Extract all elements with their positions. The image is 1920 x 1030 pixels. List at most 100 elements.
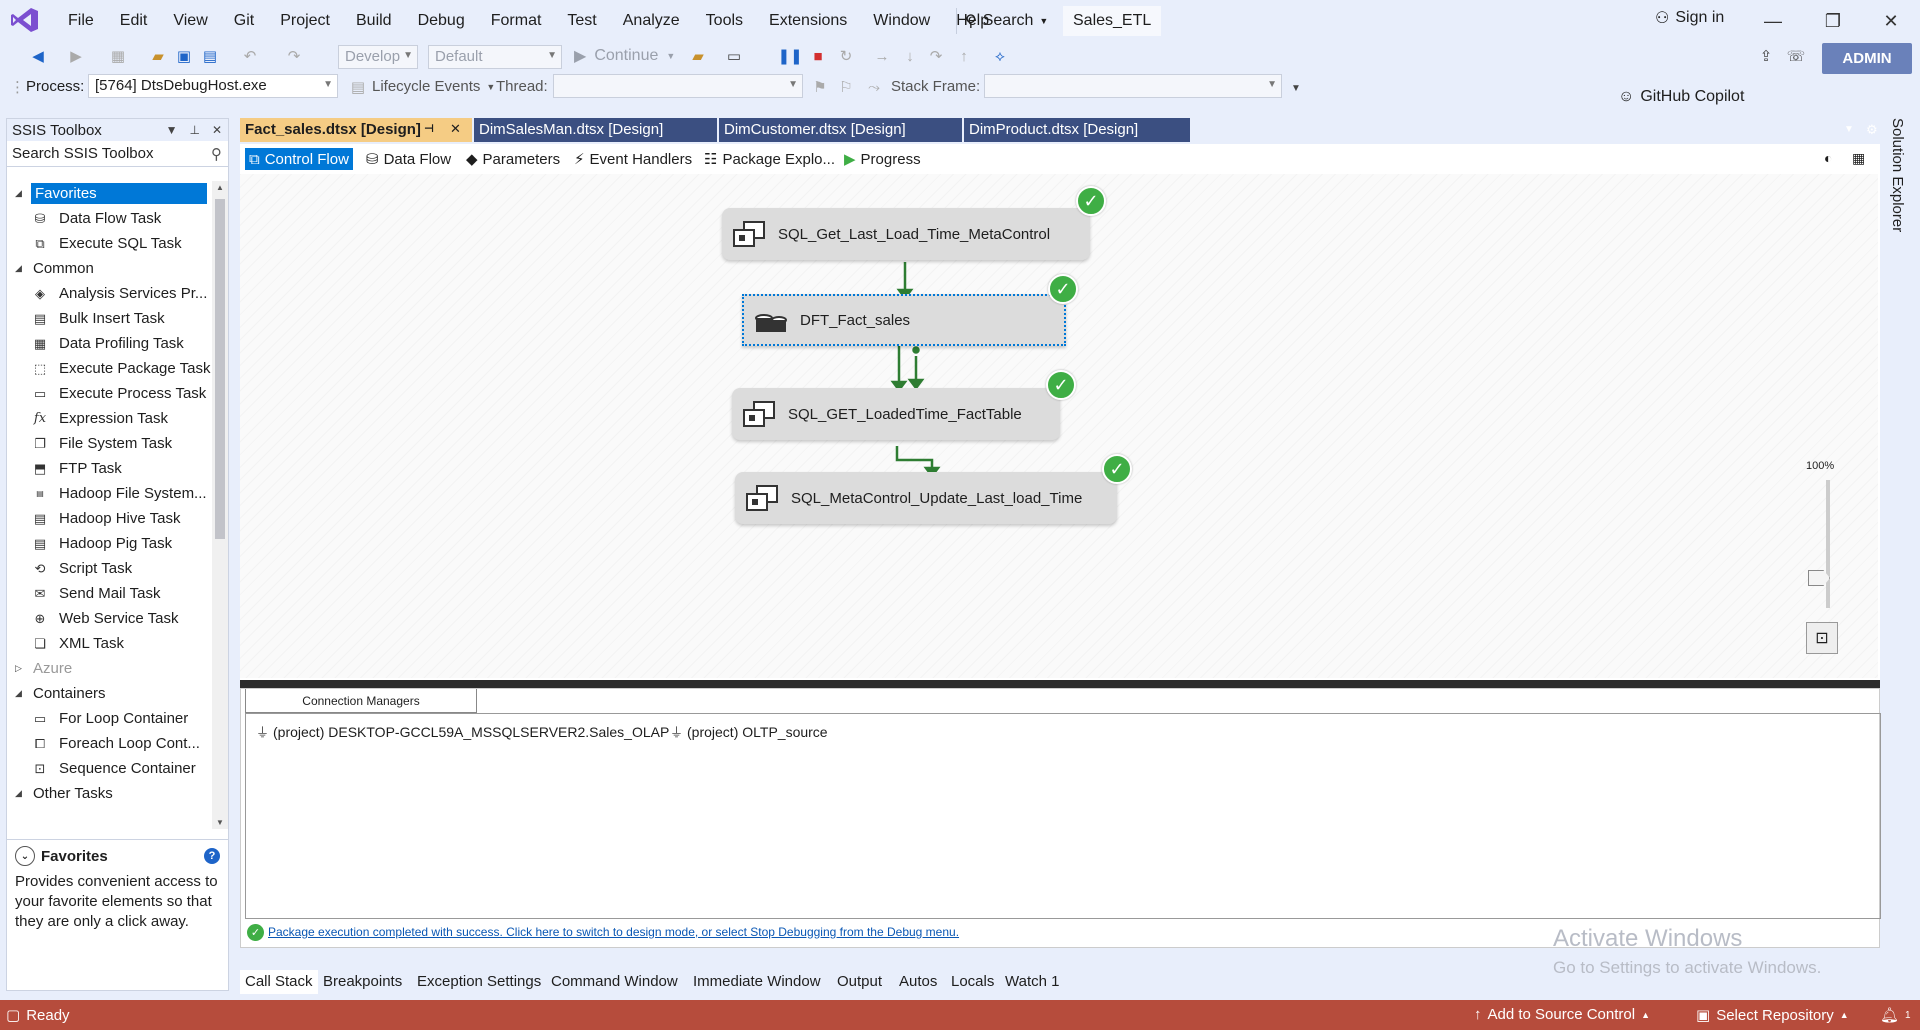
open-folder-icon[interactable]: ▰ [148, 46, 168, 66]
menu-analyze[interactable]: Analyze [610, 12, 693, 30]
close-icon[interactable]: ✕ [212, 123, 222, 137]
process-combo[interactable]: [5764] DtsDebugHost.exe ▼ [88, 74, 338, 98]
menu-extensions[interactable]: Extensions [756, 12, 860, 30]
tab-fact-sales[interactable]: Fact_sales.dtsx [Design] ⊣ ✕ [240, 118, 472, 142]
toolbox-item-xml[interactable]: ❏ XML Task [7, 631, 212, 656]
thread-combo[interactable]: ▼ [553, 74, 803, 98]
toolbox-item-hadoop-hive[interactable]: ▤ Hadoop Hive Task [7, 506, 212, 531]
zoom-to-fit-icon[interactable]: ⊡ [1806, 622, 1838, 654]
menu-debug[interactable]: Debug [405, 12, 478, 30]
menu-project[interactable]: Project [267, 12, 343, 30]
platform-combo[interactable]: Default ▼ [428, 45, 562, 69]
menu-tools[interactable]: Tools [693, 12, 756, 30]
tab-command-window[interactable]: Command Window [546, 970, 683, 994]
tab-progress[interactable]: ▶ Progress [840, 148, 925, 170]
menu-file[interactable]: File [55, 12, 107, 30]
toolbox-item-script[interactable]: ⟲ Script Task [7, 556, 212, 581]
toolbox-item-ftp[interactable]: ⬒ FTP Task [7, 456, 212, 481]
task-sql-get-loaded-time[interactable]: SQL_GET_LoadedTime_FactTable [732, 388, 1060, 440]
connection-oltp-source[interactable]: ⏚ (project) OLTP_source [670, 722, 828, 741]
tab-parameters[interactable]: ◆ Parameters [462, 148, 564, 170]
hot-reload-icon[interactable]: ⟡ [990, 46, 1010, 66]
toolbox-scrollbar[interactable]: ▲ ▼ [212, 181, 228, 829]
toolbox-item-file-system[interactable]: ❐ File System Task [7, 431, 212, 456]
menu-test[interactable]: Test [554, 12, 609, 30]
toolbox-item-expression[interactable]: fx Expression Task [7, 406, 212, 431]
category-containers[interactable]: ◢ Containers [7, 681, 212, 706]
category-azure[interactable]: ▷ Azure [7, 656, 212, 681]
toolbox-item-sequence[interactable]: ⊡ Sequence Container [7, 756, 212, 781]
category-favorites[interactable]: ◢ Favorites [7, 181, 212, 206]
execution-status-link[interactable]: Package execution completed with success… [268, 925, 959, 939]
step-over-icon[interactable]: ↷ [926, 46, 946, 66]
scroll-down-icon[interactable]: ▼ [216, 818, 224, 827]
tab-event-handlers[interactable]: ⚡ Event Handlers [570, 148, 696, 170]
flag-all-threads-icon[interactable]: ⚐ [836, 77, 856, 97]
pause-icon[interactable]: ❚❚ [777, 46, 802, 66]
category-common[interactable]: ◢ Common [7, 256, 212, 281]
step-into-icon[interactable]: ↓ [900, 46, 920, 66]
variables-icon[interactable]: ◐ [1824, 150, 1832, 166]
connection-managers-area[interactable]: ⏚ (project) DESKTOP-GCCL59A_MSSQLSERVER2… [245, 713, 1881, 919]
tab-watch-1[interactable]: Watch 1 [1000, 970, 1065, 994]
new-item-icon[interactable]: ▦ [108, 46, 128, 66]
window-layout-icon[interactable]: ▭ [724, 46, 744, 66]
restore-button[interactable]: ❐ [1810, 6, 1856, 36]
tab-dim-salesman[interactable]: DimSalesMan.dtsx [Design] [474, 118, 717, 142]
toolbox-item-hadoop-pig[interactable]: ▤ Hadoop Pig Task [7, 531, 212, 556]
show-next-statement-icon[interactable]: → [872, 46, 892, 66]
toolbox-item-execute-package[interactable]: ⬚ Execute Package Task [7, 356, 212, 381]
lifecycle-events-button[interactable]: Lifecycle Events ▼ [372, 78, 495, 95]
menu-git[interactable]: Git [221, 12, 267, 30]
stop-icon[interactable]: ■ [808, 46, 828, 66]
pin-icon[interactable]: ⊣ [424, 122, 434, 135]
toolbox-item-bulk-insert[interactable]: ▤ Bulk Insert Task [7, 306, 212, 331]
menu-edit[interactable]: Edit [107, 12, 161, 30]
zoom-slider-track[interactable] [1826, 480, 1830, 608]
tab-package-explorer[interactable]: ☷ Package Explo... [700, 148, 839, 170]
undo-icon[interactable]: ↶ [240, 46, 260, 66]
task-sql-get-last-load-time[interactable]: SQL_Get_Last_Load_Time_MetaControl [722, 208, 1090, 260]
tab-exception-settings[interactable]: Exception Settings [412, 970, 547, 994]
tab-autos[interactable]: Autos [894, 970, 943, 994]
tab-output[interactable]: Output [832, 970, 888, 994]
tab-locals[interactable]: Locals [946, 970, 1000, 994]
toolbox-item-hadoop-file-system[interactable]: ▤ Hadoop File System... [7, 481, 212, 506]
scroll-up-icon[interactable]: ▲ [216, 183, 224, 192]
toolbox-item-data-profiling[interactable]: ▦ Data Profiling Task [7, 331, 212, 356]
restart-icon[interactable]: ↻ [836, 46, 856, 66]
tab-control-flow[interactable]: ⧉ Control Flow [245, 148, 353, 170]
toolbox-item-for-loop[interactable]: ▭ For Loop Container [7, 706, 212, 731]
scroll-thumb[interactable] [215, 199, 225, 539]
step-out-icon[interactable]: ↑ [954, 46, 974, 66]
stack-frame-combo[interactable]: ▼ [984, 74, 1282, 98]
minimize-button[interactable]: — [1750, 6, 1796, 36]
toolbox-item-web-service[interactable]: ⊕ Web Service Task [7, 606, 212, 631]
menu-view[interactable]: View [160, 12, 220, 30]
task-sql-metacontrol-update[interactable]: SQL_MetaControl_Update_Last_load_Time [735, 472, 1117, 524]
help-icon[interactable]: ? [204, 848, 220, 864]
tab-dim-customer[interactable]: DimCustomer.dtsx [Design] [719, 118, 962, 142]
share-icon[interactable]: ⇪ [1756, 46, 1776, 66]
toolbar-options-icon[interactable]: ▼ [1286, 78, 1306, 98]
toolbox-search-input[interactable]: Search SSIS Toolbox ⚲ [7, 141, 228, 167]
notifications-button[interactable]: 🔔︎ 1 [1880, 1006, 1911, 1024]
toolbox-item-send-mail[interactable]: ✉ Send Mail Task [7, 581, 212, 606]
toolbox-item-analysis-services[interactable]: ◈ Analysis Services Pr... [7, 281, 212, 306]
task-dft-fact-sales[interactable]: DFT_Fact_sales [742, 294, 1066, 346]
close-tab-icon[interactable]: ✕ [450, 121, 461, 137]
toolbox-item-data-flow-task[interactable]: ⛁ Data Flow Task [7, 206, 212, 231]
sign-in-button[interactable]: ⚇ Sign in [1655, 8, 1724, 28]
admin-badge[interactable]: ADMIN [1822, 43, 1912, 74]
menu-format[interactable]: Format [478, 12, 555, 30]
feedback-icon[interactable]: ☏ [1786, 46, 1806, 66]
tab-list-dropdown-icon[interactable]: ▼ [1844, 124, 1854, 135]
tab-call-stack[interactable]: Call Stack [240, 970, 318, 994]
search-button[interactable]: ⚲ Search ▼ [956, 8, 1056, 34]
getting-started-icon[interactable]: ▦ [1852, 150, 1865, 167]
toolbox-item-foreach-loop[interactable]: ⧠ Foreach Loop Cont... [7, 731, 212, 756]
settings-gear-icon[interactable]: ⚙ [1866, 122, 1878, 138]
tab-immediate-window[interactable]: Immediate Window [688, 970, 826, 994]
redo-icon[interactable]: ↷ [284, 46, 304, 66]
add-to-source-control-button[interactable]: ↑ Add to Source Control ▲ [1474, 1006, 1650, 1023]
